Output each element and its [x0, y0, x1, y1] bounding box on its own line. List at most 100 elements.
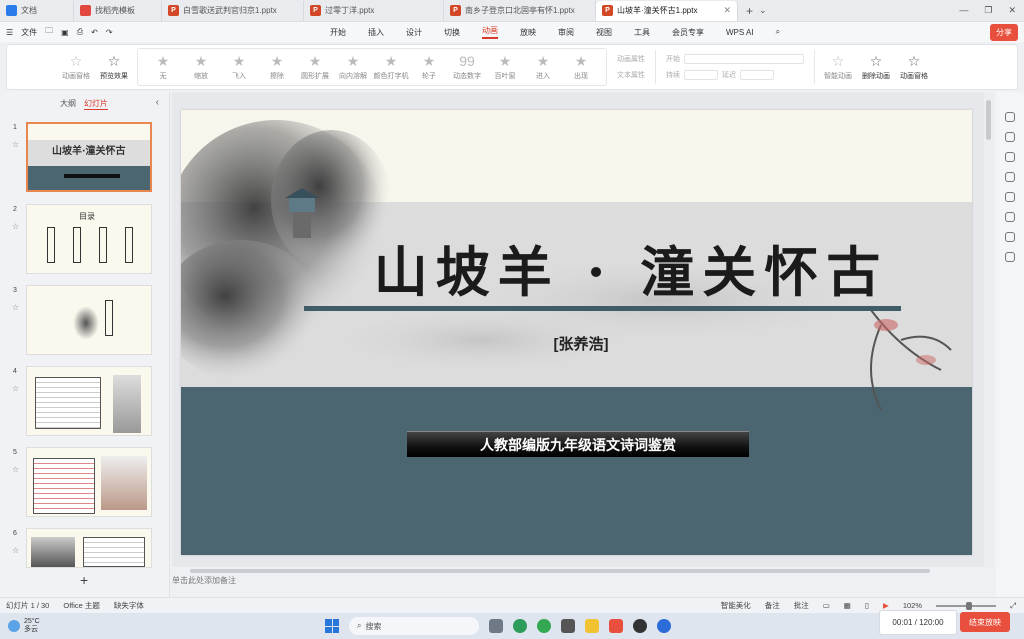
- star-icon[interactable]: [1005, 132, 1015, 142]
- close-icon[interactable]: ✕: [723, 5, 731, 16]
- scroll-thumb[interactable]: [986, 100, 991, 140]
- menu-view[interactable]: 视图: [596, 27, 612, 38]
- notes-toggle[interactable]: 备注: [765, 600, 780, 611]
- notes-placeholder[interactable]: 单击此处添加备注: [172, 575, 236, 586]
- slide-title[interactable]: 山坡羊 · 潼关怀古: [351, 228, 911, 307]
- slide-thumb-3[interactable]: 3 ☆: [0, 285, 170, 357]
- menu-animation[interactable]: 动画: [482, 25, 498, 39]
- tab-file-2[interactable]: P 过零丁洋.pptx: [304, 0, 444, 21]
- browser-icon[interactable]: [513, 619, 527, 633]
- wps-icon[interactable]: [609, 619, 623, 633]
- smart-animation-button[interactable]: ☆ 智能动画: [819, 54, 857, 81]
- file-menu[interactable]: 文件: [21, 27, 37, 38]
- help-icon[interactable]: [1005, 232, 1015, 242]
- slide-thumb-1[interactable]: 1 ☆ 山坡羊·潼关怀古: [0, 122, 170, 194]
- undo-icon[interactable]: ↶: [91, 28, 98, 37]
- add-slide-icon[interactable]: +: [80, 572, 88, 588]
- effect-dissolve[interactable]: ★ 向内溶解: [334, 54, 372, 81]
- restore-icon[interactable]: ❐: [984, 5, 992, 16]
- duration-input[interactable]: [684, 70, 718, 80]
- animation-pane-button[interactable]: ☆ 动画窗格: [895, 54, 933, 81]
- effect-none[interactable]: ★ 无: [144, 54, 182, 81]
- slide-subtitle[interactable]: 人教部编版九年级语文诗词鉴赏: [407, 431, 749, 457]
- preview-button[interactable]: ☆ 动画窗格: [57, 54, 95, 81]
- menu-icon[interactable]: ☰: [6, 28, 13, 37]
- menu-home[interactable]: 开始: [330, 27, 346, 38]
- folder-icon[interactable]: [585, 619, 599, 633]
- open-icon[interactable]: 🗀: [45, 25, 53, 39]
- slide-canvas[interactable]: 山坡羊 · 潼关怀古 [张养浩] 人教部编版九年级语文诗词鉴赏: [181, 110, 972, 555]
- tab-docs[interactable]: 文档: [0, 0, 74, 21]
- image-icon[interactable]: [1005, 212, 1015, 222]
- menu-review[interactable]: 审阅: [558, 27, 574, 38]
- share-button[interactable]: 分享: [990, 24, 1018, 41]
- comment-toggle[interactable]: 批注: [794, 600, 809, 611]
- menu-transition[interactable]: 切换: [444, 27, 460, 38]
- effect-blinds[interactable]: ★ 百叶窗: [486, 54, 524, 81]
- scroll-thumb[interactable]: [190, 569, 930, 573]
- wps-ai[interactable]: WPS AI: [726, 28, 754, 37]
- tab-outline[interactable]: 大纲: [60, 98, 76, 110]
- chevron-down-icon[interactable]: ⌄: [759, 5, 767, 16]
- delay-input[interactable]: [740, 70, 774, 80]
- play-button[interactable]: ☆ 预览效果: [95, 54, 133, 81]
- tab-slides[interactable]: 幻灯片: [84, 98, 108, 110]
- fit-icon[interactable]: ⤢: [1010, 601, 1016, 611]
- app-icon-2[interactable]: [657, 619, 671, 633]
- horizontal-scrollbar[interactable]: [190, 568, 940, 574]
- taskview-icon[interactable]: [489, 619, 503, 633]
- delete-animation-button[interactable]: ☆ 删除动画: [857, 54, 895, 81]
- effect-typewriter[interactable]: ★ 颜色打字机: [372, 54, 410, 81]
- sorter-view-icon[interactable]: ▦: [844, 601, 851, 610]
- slide-thumb-5[interactable]: 5 ☆: [0, 447, 170, 519]
- normal-view-icon[interactable]: ▭: [823, 601, 830, 610]
- edge-icon[interactable]: [537, 619, 551, 633]
- start-select[interactable]: [684, 54, 804, 64]
- collapse-icon[interactable]: ‹: [156, 97, 159, 108]
- effect-options-button[interactable]: 动画属性: [617, 54, 645, 64]
- print-icon[interactable]: ⎙: [77, 27, 83, 37]
- effect-wheel[interactable]: ★ 轮子: [410, 54, 448, 81]
- slide-thumb-2[interactable]: 2 ☆ 目录: [0, 204, 170, 276]
- taskbar-search[interactable]: ⌕ 搜索: [349, 617, 479, 635]
- menu-insert[interactable]: 插入: [368, 27, 384, 38]
- tab-file-active[interactable]: P 山坡羊·潼关怀古1.pptx ✕: [596, 0, 738, 21]
- settings-icon[interactable]: [561, 619, 575, 633]
- tab-template[interactable]: 找稻壳模板: [74, 0, 162, 21]
- effect-zoom[interactable]: ★ 缩放: [182, 54, 220, 81]
- new-tab-icon[interactable]: +: [746, 4, 753, 18]
- search-icon[interactable]: ⌕: [776, 27, 780, 37]
- effect-fly[interactable]: ★ 飞入: [220, 54, 258, 81]
- save-icon[interactable]: ▣: [61, 28, 69, 37]
- end-show-button[interactable]: 结束放映: [960, 612, 1010, 632]
- zoom-slider[interactable]: [936, 601, 996, 610]
- theme-name[interactable]: Office 主题: [63, 600, 100, 611]
- share-icon[interactable]: [1005, 252, 1015, 262]
- menu-tools[interactable]: 工具: [634, 27, 650, 38]
- effect-appear[interactable]: ★ 出现: [562, 54, 600, 81]
- select-icon[interactable]: [1005, 112, 1015, 122]
- effect-number[interactable]: 99 动态数字: [448, 54, 486, 81]
- missing-font[interactable]: 缺失字体: [114, 600, 144, 611]
- slide-author[interactable]: [张养浩]: [521, 333, 641, 354]
- effect-wipe[interactable]: ★ 擦除: [258, 54, 296, 81]
- close-window-icon[interactable]: ✕: [1008, 5, 1016, 16]
- start-icon[interactable]: [325, 619, 339, 633]
- text-props-button[interactable]: 文本属性: [617, 70, 645, 80]
- slide-thumb-6[interactable]: 6 ☆: [0, 528, 170, 568]
- menu-member[interactable]: 会员专享: [672, 27, 704, 38]
- app-icon[interactable]: [633, 619, 647, 633]
- reading-view-icon[interactable]: ▯: [865, 601, 869, 610]
- beautify-button[interactable]: 智能美化: [721, 600, 751, 611]
- slide-thumb-4[interactable]: 4 ☆: [0, 366, 170, 438]
- vertical-scrollbar[interactable]: [984, 92, 994, 567]
- tab-file-1[interactable]: P 白雪歌送武判官归京1.pptx: [162, 0, 304, 21]
- zoom-level[interactable]: 102%: [903, 601, 922, 610]
- redo-icon[interactable]: ↷: [106, 28, 113, 37]
- effect-enter[interactable]: ★ 进入: [524, 54, 562, 81]
- effect-circle[interactable]: ★ 圆形扩展: [296, 54, 334, 81]
- weather-widget[interactable]: 25°C 多云: [0, 618, 40, 634]
- tab-file-3[interactable]: P 南乡子登京口北固亭有怀1.pptx: [444, 0, 596, 21]
- brush-icon[interactable]: [1005, 172, 1015, 182]
- menu-slideshow[interactable]: 放映: [520, 27, 536, 38]
